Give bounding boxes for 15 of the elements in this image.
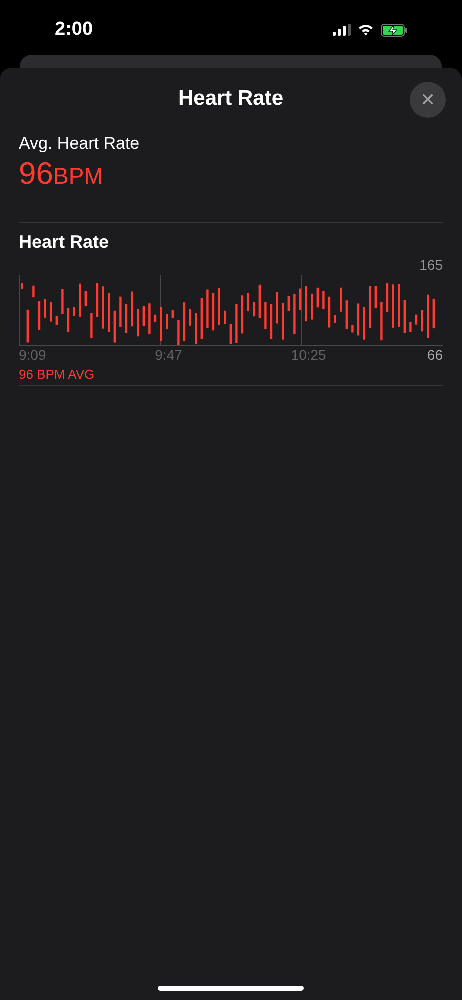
average-value: 96 <box>19 156 54 191</box>
signal-icon <box>333 24 351 36</box>
max-label: 165 <box>420 257 443 273</box>
summary-label: Avg. Heart Rate <box>19 134 141 154</box>
status-time: 2:00 <box>55 19 94 41</box>
wifi-icon <box>358 24 374 36</box>
time-label: 9:47 <box>155 347 184 363</box>
min-label: 66 <box>427 347 443 363</box>
average-caption: 96 BPM AVG <box>19 367 96 382</box>
close-button[interactable]: ✕ <box>410 82 446 118</box>
time-label: 9:09 <box>19 347 48 363</box>
time-label: 10:25 <box>291 347 328 363</box>
chart-title: Heart Rate <box>19 232 110 253</box>
sheet-title: Heart Rate <box>178 87 284 111</box>
unit-label: BPM <box>53 163 104 189</box>
